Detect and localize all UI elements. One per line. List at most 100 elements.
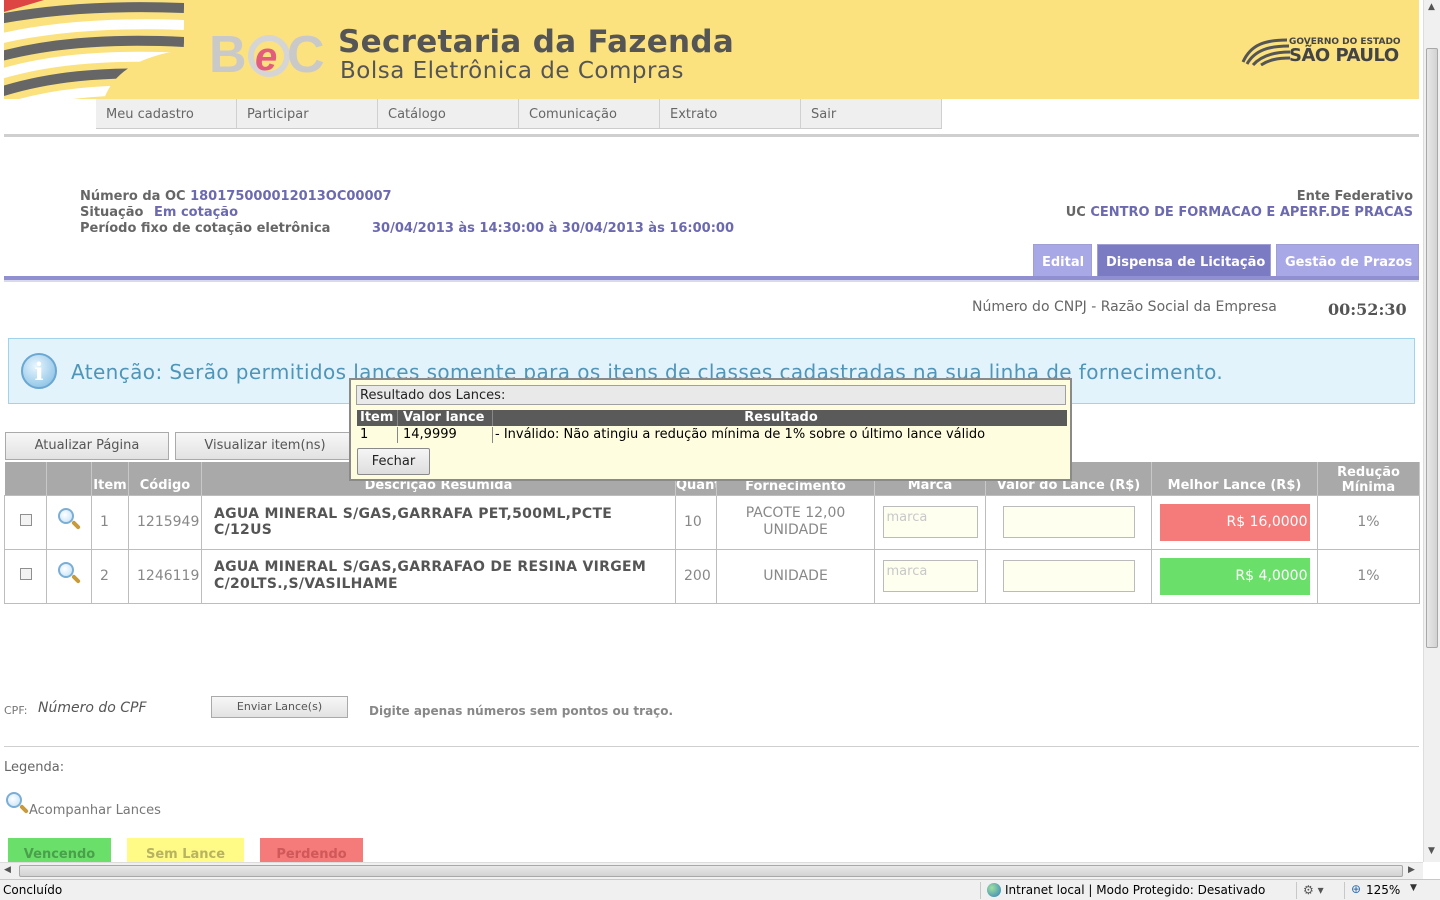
oc-number-value: 180175000012013OC00007 <box>190 189 392 204</box>
ente-federativo-label: Ente Federativo <box>1296 189 1413 204</box>
situacao-line: Situação Em cotação <box>80 205 238 220</box>
tab-dispensa-licitacao[interactable]: Dispensa de Licitação <box>1097 244 1271 276</box>
valor-lance-input[interactable] <box>1002 560 1135 593</box>
svg-text:B: B <box>209 26 247 84</box>
periodo-label: Período fixo de cotação eletrônica <box>80 221 331 236</box>
gov-state-name: SÃO PAULO <box>1289 45 1399 66</box>
table-row: 2 1246119 AGUA MINERAL S/GAS,GARRAFAO DE… <box>4 548 1420 605</box>
bottom-divider <box>4 746 1419 747</box>
legend-sem-lance: Sem Lance <box>127 838 244 862</box>
globe-icon <box>987 883 1001 897</box>
marca-input[interactable]: marca <box>882 506 978 539</box>
gov-stripes-icon <box>1241 38 1291 66</box>
page-subtitle: Bolsa Eletrônica de Compras <box>340 58 684 84</box>
dialog-row-resultado: - Inválido: Não atingiu a redução mínima… <box>495 427 986 442</box>
col-item: Item <box>91 462 129 495</box>
row-reducao: 1% <box>1317 494 1420 550</box>
row-view-cell <box>46 494 92 550</box>
col-melhor-lance: Melhor Lance (R$) <box>1151 462 1318 495</box>
nav-extrato[interactable]: Extrato <box>660 99 801 129</box>
col-codigo: Código <box>128 462 202 495</box>
status-separator <box>1344 882 1345 899</box>
view-items-button[interactable]: Visualizar item(ns) <box>175 432 355 460</box>
magnifier-icon[interactable] <box>56 561 82 587</box>
tab-edital[interactable]: Edital <box>1033 244 1092 276</box>
security-zone-text: Intranet local | Modo Protegido: Desativ… <box>1005 883 1266 897</box>
cpf-hint: Digite apenas números sem pontos ou traç… <box>369 704 674 718</box>
protection-icon[interactable]: ⚙ ▾ <box>1303 883 1324 897</box>
tab-gestao-prazos[interactable]: Gestão de Prazos <box>1276 244 1419 276</box>
row-descricao: AGUA MINERAL S/GAS,GARRAFAO DE RESINA VI… <box>201 548 676 605</box>
header-banner: B e C Secretaria da Fazenda Bolsa Eletrô… <box>4 0 1419 99</box>
bid-result-dialog: Resultado dos Lances: Item Valor lance R… <box>349 378 1072 481</box>
dialog-row-item: 1 <box>357 427 398 443</box>
row-valor-cell <box>985 494 1152 550</box>
situacao-value: Em cotação <box>154 205 239 220</box>
row-checkbox-cell <box>4 548 47 605</box>
magnifier-icon[interactable] <box>56 507 82 533</box>
row-marca-cell: marca <box>874 494 986 550</box>
row-item: 2 <box>91 548 129 605</box>
tab-divider-shadow <box>4 280 1419 282</box>
row-reducao: 1% <box>1317 548 1420 605</box>
uc-label: UC <box>1065 205 1086 220</box>
horizontal-scroll-thumb[interactable] <box>19 865 1403 877</box>
periodo-value-wrap: 30/04/2013 às 14:30:00 à 30/04/2013 às 1… <box>372 221 734 236</box>
periodo-value: 30/04/2013 às 14:30:00 à 30/04/2013 às 1… <box>372 221 735 236</box>
row-melhor-cell: R$ 4,0000 <box>1151 548 1318 605</box>
dialog-title: Resultado dos Lances: <box>356 385 1066 405</box>
svg-text:C: C <box>287 26 325 84</box>
status-separator <box>980 882 981 899</box>
uc-line: UC CENTRO DE FORMACAO E APERF.DE PRACAS <box>1066 205 1413 220</box>
col-view <box>46 462 92 495</box>
row-melhor-cell: R$ 16,0000 <box>1151 494 1318 550</box>
nav-comunicacao[interactable]: Comunicação <box>519 99 660 129</box>
nav-sair[interactable]: Sair <box>801 99 942 129</box>
zoom-dropdown-icon[interactable]: ▼ <box>1410 883 1417 893</box>
oc-number-label: Número da OC <box>80 189 186 204</box>
valor-lance-input[interactable] <box>1002 506 1135 539</box>
row-unidade: PACOTE 12,00 UNIDADE <box>716 494 875 550</box>
horizontal-scrollbar[interactable]: ◀ ▶ <box>0 862 1423 879</box>
row-quant: 10 <box>675 494 717 550</box>
nav-divider <box>4 134 1419 137</box>
table-row: 1 1215949 AGUA MINERAL S/GAS,GARRAFA PET… <box>4 494 1420 550</box>
refresh-page-button[interactable]: Atualizar Página <box>5 432 169 460</box>
zoom-level[interactable]: 125% <box>1366 883 1400 897</box>
legend-perdendo: Perdendo <box>260 838 363 862</box>
nav-catalogo[interactable]: Catálogo <box>378 99 519 129</box>
vertical-scroll-thumb[interactable] <box>1426 48 1438 648</box>
main-nav: Meu cadastro Participar Catálogo Comunic… <box>96 99 946 129</box>
sao-paulo-flag-stripes <box>4 0 184 99</box>
countdown-timer: 00:52:30 <box>1328 300 1407 319</box>
scroll-left-icon[interactable]: ◀ <box>4 865 11 875</box>
row-marca-cell: marca <box>874 548 986 605</box>
row-descricao: AGUA MINERAL S/GAS,GARRAFA PET,500ML,PCT… <box>201 494 676 550</box>
vertical-scrollbar[interactable]: ▲ ▼ <box>1423 0 1440 862</box>
legend-label: Legenda: <box>4 760 65 775</box>
scroll-up-icon[interactable]: ▲ <box>1428 2 1435 12</box>
send-bids-button[interactable]: Enviar Lance(s) <box>211 696 348 718</box>
scroll-right-icon[interactable]: ▶ <box>1408 865 1415 875</box>
legend-acompanhar: Acompanhar Lances <box>29 803 161 818</box>
melhor-lance-badge: R$ 4,0000 <box>1159 557 1310 595</box>
row-unidade: UNIDADE <box>716 548 875 605</box>
legend-magnifier-icon <box>4 791 30 821</box>
marca-input[interactable]: marca <box>882 560 978 593</box>
svg-text:e: e <box>255 35 277 79</box>
status-text: Concluído <box>3 883 63 897</box>
dialog-table-row: 1 14,9999 - Inválido: Não atingiu a redu… <box>357 427 1067 443</box>
oc-number-line: Número da OC 180175000012013OC00007 <box>80 189 392 204</box>
legend-vencendo: Vencendo <box>8 838 111 862</box>
status-separator <box>1296 882 1297 899</box>
row-checkbox[interactable] <box>19 514 32 527</box>
melhor-lance-badge: R$ 16,0000 <box>1159 503 1310 541</box>
dialog-col-valor: Valor lance <box>398 410 493 426</box>
dialog-row-valor: 14,9999 <box>398 427 493 443</box>
cpf-input[interactable]: Número do CPF <box>38 700 147 716</box>
nav-participar[interactable]: Participar <box>237 99 378 129</box>
scroll-down-icon[interactable]: ▼ <box>1428 846 1435 856</box>
row-checkbox[interactable] <box>19 568 32 581</box>
close-dialog-button[interactable]: Fechar <box>357 448 430 475</box>
nav-meu-cadastro[interactable]: Meu cadastro <box>96 99 237 129</box>
